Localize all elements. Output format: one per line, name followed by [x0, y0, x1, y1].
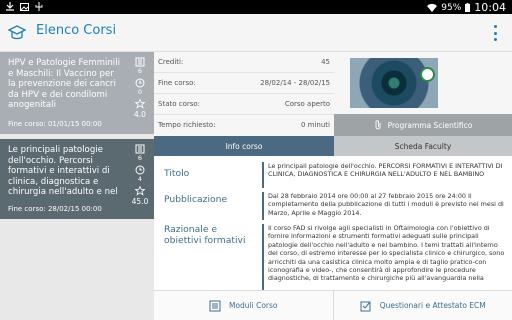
fine-corso-row: Fine corso: 28/02/14 - 28/02/15: [154, 73, 334, 94]
clock-icon: [135, 165, 145, 175]
overflow-menu-icon[interactable]: [492, 25, 498, 41]
course-end-date: Fine corso: 01/01/15 00:00: [8, 120, 102, 128]
pubblicazione-section: Pubblicazione Dal 28 febbraio 2014 ore 0…: [154, 192, 512, 220]
moduli-corso-button[interactable]: Moduli Corso: [154, 291, 333, 320]
modules-icon: [135, 144, 145, 154]
image-icon: [20, 2, 29, 11]
tab-bar: Info corso Scheda Faculty: [154, 136, 512, 156]
battery-percent: 95%: [441, 2, 462, 13]
page-title: Elenco Corsi: [36, 23, 117, 38]
wifi-icon: [427, 3, 438, 12]
course-details: Titolo Le principali patologie dell'occh…: [154, 156, 512, 290]
modules-icon: [135, 57, 145, 67]
star-icon: [135, 186, 145, 196]
download-icon: [6, 2, 14, 11]
battery-icon: [465, 3, 471, 12]
course-title: Le principali patologie dell'occhio. Per…: [8, 145, 118, 198]
course-image-box: [334, 52, 512, 114]
star-icon: [135, 99, 145, 109]
course-title: HPV e Patologie Femminili e Maschili: Il…: [8, 58, 120, 111]
app-bar: Elenco Corsi: [0, 14, 512, 52]
usb-icon: [35, 2, 43, 11]
tab-scheda-faculty[interactable]: Scheda Faculty: [334, 136, 512, 156]
programma-scientifico-button[interactable]: Programma Scientifico: [334, 114, 512, 136]
footer-bar: Moduli Corso Questionari e Attestato ECM: [154, 290, 512, 320]
paperclip-icon: [375, 120, 381, 130]
checklist-icon: [360, 301, 371, 311]
course-info-panel: Crediti: 45 Fine corso: 28/02/14 - 28/02…: [154, 52, 334, 136]
course-item[interactable]: Le principali patologie dell'occhio. Per…: [0, 139, 154, 219]
course-end-date: Fine corso: 28/02/15 00:00: [8, 205, 102, 213]
course-stats: 6 0 4.0: [126, 52, 154, 134]
clock: 10:04: [474, 1, 506, 14]
questionari-button[interactable]: Questionari e Attestato ECM: [332, 291, 512, 320]
graduation-cap-icon[interactable]: [8, 24, 26, 42]
tab-info-corso[interactable]: Info corso: [154, 136, 334, 156]
stato-corso-row: Stato corso: Corso aperto: [154, 94, 334, 115]
course-item[interactable]: HPV e Patologie Femminili e Maschili: Il…: [0, 52, 154, 134]
crediti-row: Crediti: 45: [154, 52, 334, 73]
razionale-section: Razionale e obiettivi formativi Il corso…: [154, 224, 512, 290]
publisher-logo: [420, 67, 435, 82]
titolo-section: Titolo Le principali patologie dell'occh…: [154, 162, 512, 188]
tempo-row: Tempo richiesto: 0 minuti: [158, 121, 330, 129]
status-bar: 95% 10:04: [0, 0, 512, 14]
course-list: HPV e Patologie Femminili e Maschili: Il…: [0, 52, 154, 320]
modules-list-icon: [209, 300, 221, 311]
course-cover-image: [350, 58, 438, 108]
clock-icon: [135, 78, 145, 88]
course-stats: 6 4 45.0: [126, 139, 154, 219]
